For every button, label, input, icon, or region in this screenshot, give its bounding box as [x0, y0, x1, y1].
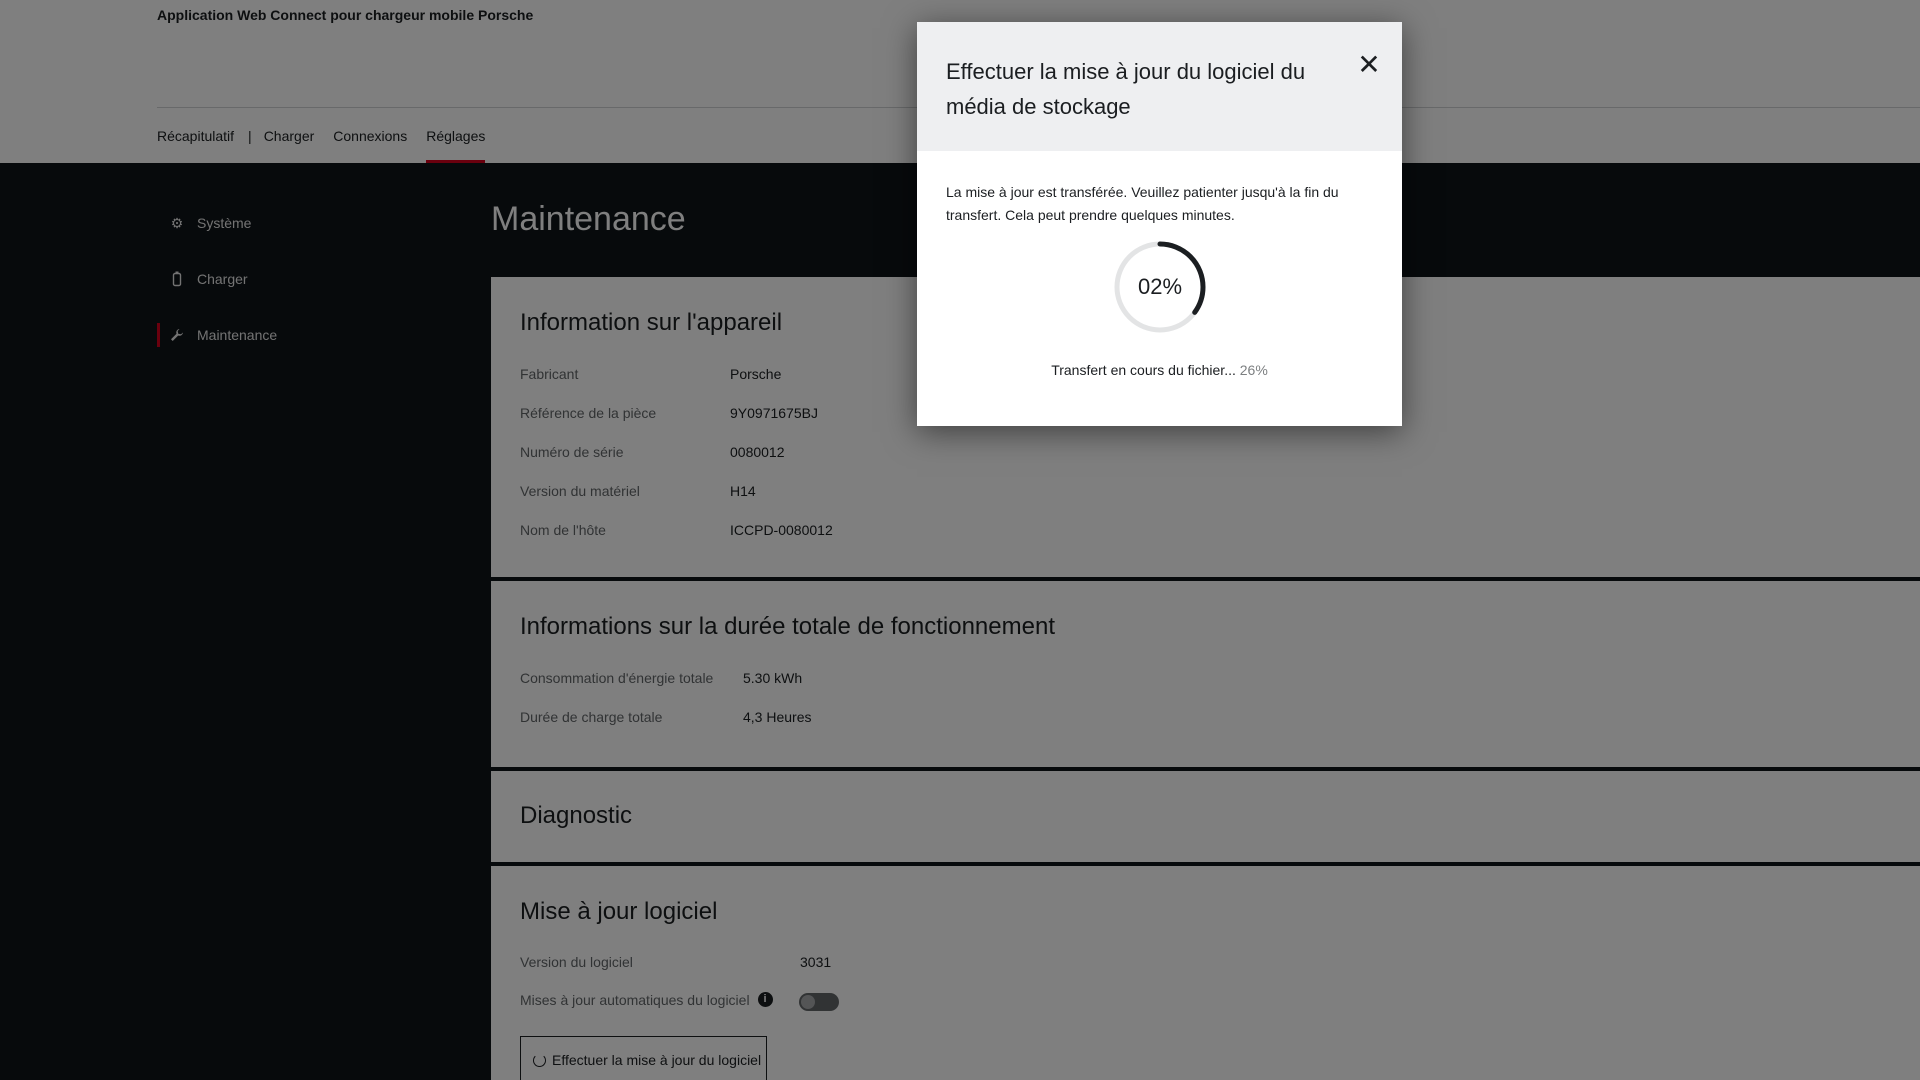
progress-percent: 02%	[1137, 274, 1183, 299]
modal-title: Effectuer la mise à jour du logiciel du …	[946, 59, 1306, 119]
transfer-text: Transfert en cours du fichier...	[1051, 362, 1236, 378]
update-modal: Effectuer la mise à jour du logiciel du …	[917, 22, 1402, 426]
modal-header: Effectuer la mise à jour du logiciel du …	[917, 22, 1402, 151]
modal-message: La mise à jour est transférée. Veuillez …	[946, 184, 1339, 223]
close-icon[interactable]: ✕	[1354, 50, 1384, 80]
transfer-status: Transfert en cours du fichier... 26%	[917, 362, 1402, 378]
transfer-percent: 26%	[1239, 362, 1268, 378]
